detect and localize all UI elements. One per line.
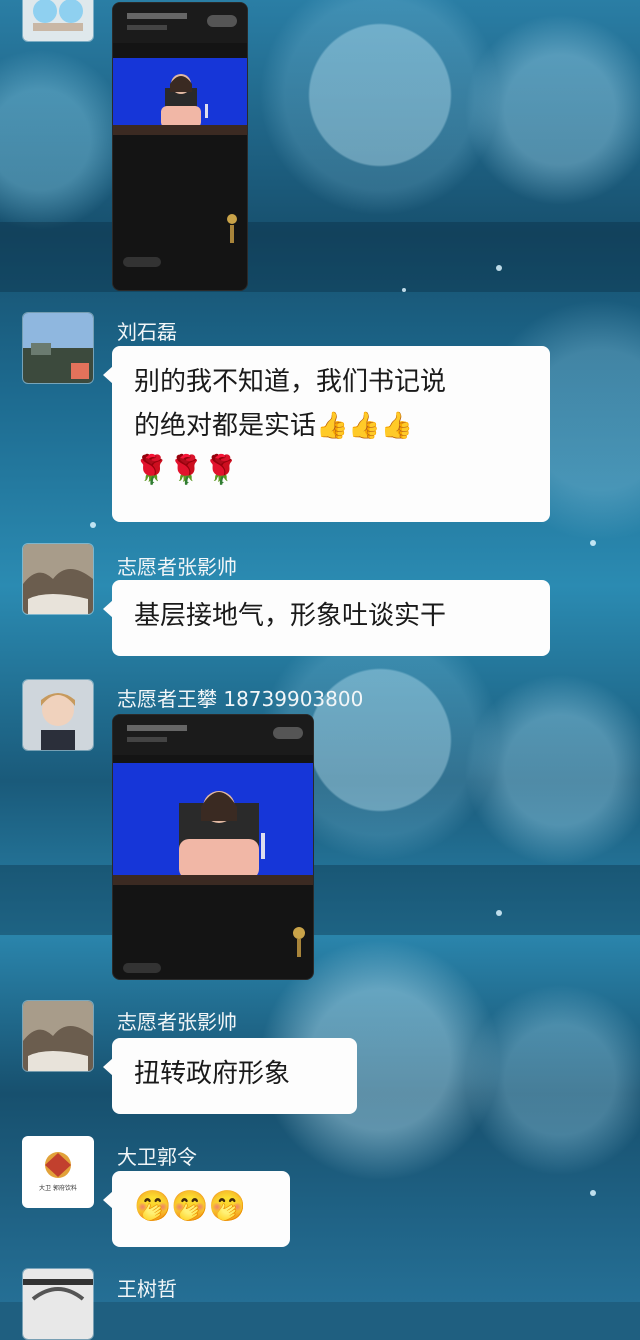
emoji-message: 🤭🤭🤭 xyxy=(134,1189,247,1224)
sender-name: 志愿者王攀 18739903800 xyxy=(117,687,364,711)
message-bubble[interactable]: 🤭🤭🤭 xyxy=(103,1171,290,1247)
avatar-wang[interactable] xyxy=(22,679,94,751)
wallpaper-dot xyxy=(496,265,502,271)
message-bubble[interactable]: 别的我不知道，我们书记说 的绝对都是实话👍👍👍 🌹🌹🌹 xyxy=(103,346,550,522)
gold-icon xyxy=(227,214,237,243)
avatar-top[interactable] xyxy=(22,0,94,42)
message-text-line: 的绝对都是实话👍👍👍 xyxy=(134,411,414,441)
avatar-zhang[interactable] xyxy=(22,1000,94,1072)
message-text-line: 别的我不知道，我们书记说 xyxy=(134,367,447,397)
message-text: 扭转政府形象 xyxy=(134,1059,291,1089)
gold-icon xyxy=(293,927,305,957)
wallpaper-dot xyxy=(590,540,596,546)
sender-name: 志愿者张影帅 xyxy=(117,555,237,579)
video-thumbnail[interactable] xyxy=(112,2,248,291)
avatar-wangshuzhe[interactable] xyxy=(22,1268,94,1340)
rose-emoji-row: 🌹🌹🌹 xyxy=(134,453,239,486)
wallpaper-dot xyxy=(90,522,96,528)
sender-name: 志愿者张影帅 xyxy=(117,1010,237,1034)
wallpaper-band xyxy=(0,865,640,935)
logo-text: 大卫 郭府饮料 xyxy=(39,1185,77,1192)
wallpaper-dot xyxy=(496,910,502,916)
message-text: 基层接地气，形象吐谈实干 xyxy=(134,601,447,631)
avatar-liu[interactable] xyxy=(22,312,94,384)
wallpaper-band xyxy=(0,222,640,292)
avatar-dawei-logo[interactable]: 大卫 郭府饮料 xyxy=(22,1136,94,1208)
video-frame xyxy=(113,763,313,885)
message-bubble[interactable]: 扭转政府形象 xyxy=(103,1038,357,1114)
sender-name: 刘石磊 xyxy=(117,320,177,344)
person-figure xyxy=(179,791,265,879)
wallpaper-dot xyxy=(590,1190,596,1196)
video-thumbnail[interactable] xyxy=(112,714,314,980)
message-bubble[interactable]: 基层接地气，形象吐谈实干 xyxy=(103,580,550,656)
wallpaper-dot xyxy=(402,288,406,292)
sender-name: 大卫郭令 xyxy=(117,1145,197,1169)
avatar-zhang[interactable] xyxy=(22,543,94,615)
sender-name: 王树哲 xyxy=(117,1277,177,1301)
video-frame xyxy=(113,58,247,135)
